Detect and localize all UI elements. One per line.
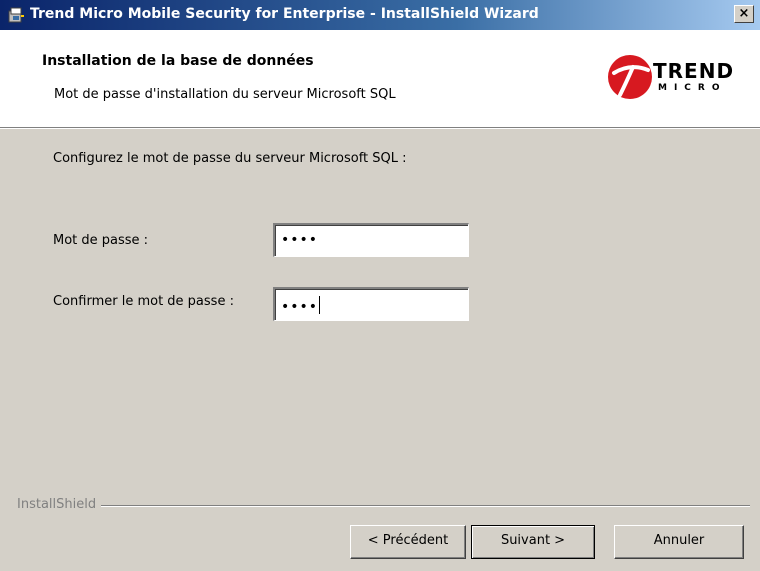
page-subtitle: Mot de passe d'installation du serveur M… bbox=[54, 87, 396, 102]
next-button[interactable]: Suivant > bbox=[471, 525, 595, 559]
confirm-password-value: •••• bbox=[281, 299, 319, 315]
trend-micro-ball-icon bbox=[608, 55, 652, 99]
close-button[interactable]: × bbox=[734, 5, 754, 23]
logo-wordmark-micro: MICRO bbox=[658, 83, 727, 93]
back-button[interactable]: < Précédent bbox=[350, 525, 466, 559]
password-field[interactable]: •••• bbox=[273, 223, 469, 257]
text-caret bbox=[319, 296, 321, 314]
header-panel: Installation de la base de données Mot d… bbox=[0, 30, 760, 127]
page-title: Installation de la base de données bbox=[42, 53, 314, 69]
password-label: Mot de passe : bbox=[53, 233, 149, 248]
cancel-button[interactable]: Annuler bbox=[614, 525, 744, 559]
installer-icon bbox=[8, 7, 24, 23]
header-divider bbox=[0, 127, 760, 129]
title-bar[interactable]: Trend Micro Mobile Security for Enterpri… bbox=[0, 0, 760, 30]
footer-divider bbox=[17, 505, 750, 507]
instruction-text: Configurez le mot de passe du serveur Mi… bbox=[53, 151, 407, 166]
confirm-password-label: Confirmer le mot de passe : bbox=[53, 294, 234, 309]
window-title: Trend Micro Mobile Security for Enterpri… bbox=[30, 6, 539, 22]
installshield-wizard-window: Trend Micro Mobile Security for Enterpri… bbox=[0, 0, 760, 571]
password-value: •••• bbox=[281, 232, 319, 248]
confirm-password-field[interactable]: •••• bbox=[273, 287, 469, 321]
installshield-brand-label: InstallShield bbox=[17, 497, 102, 512]
logo-wordmark-trend: TREND bbox=[653, 59, 735, 83]
trend-micro-logo: TREND MICRO bbox=[606, 53, 756, 103]
